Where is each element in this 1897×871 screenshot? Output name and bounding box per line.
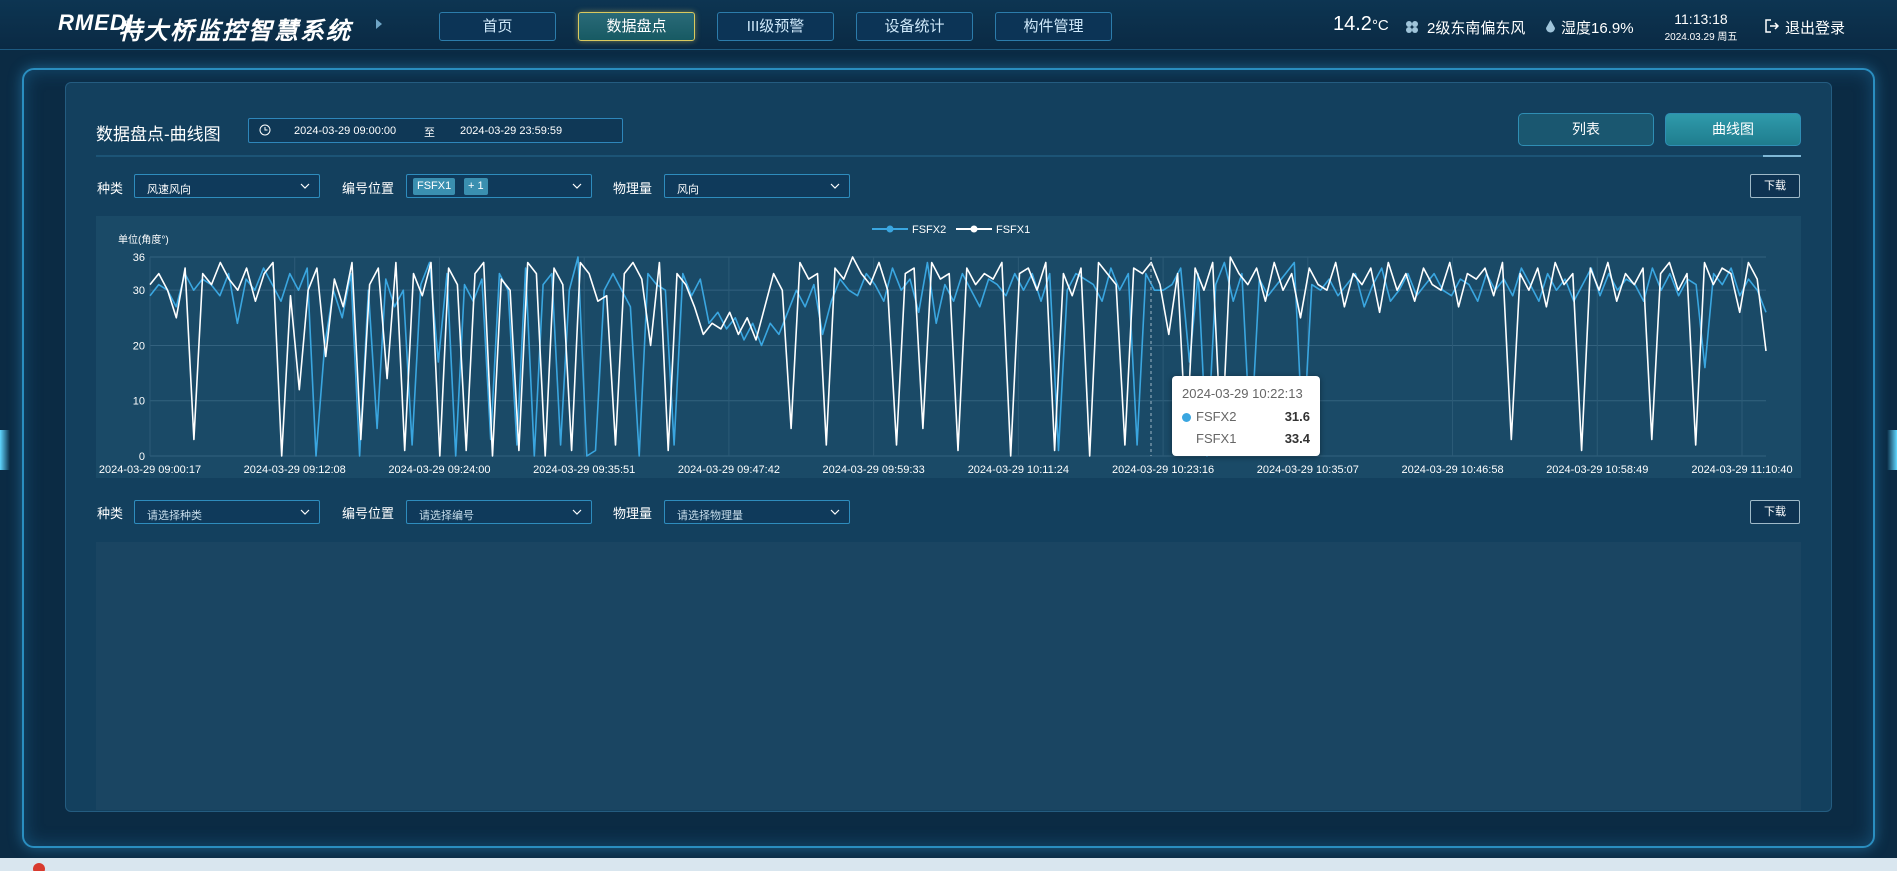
y-tick-label: 20 (133, 340, 145, 352)
y-tick-label: 10 (133, 396, 145, 408)
x-tick-label: 2024-03-29 10:46:58 (1401, 464, 1503, 476)
x-tick-label: 2024-03-29 10:58:49 (1546, 464, 1648, 476)
chevron-down-icon (572, 509, 582, 515)
legend-marker (970, 225, 978, 233)
quantity-select-placeholder: 请选择物理量 (677, 510, 743, 522)
tooltip-series-value: 31.6 (1284, 409, 1310, 424)
x-tick-label: 2024-03-29 09:00:17 (99, 464, 201, 476)
x-tick-label: 2024-03-29 10:23:16 (1112, 464, 1214, 476)
y-tick-label: 0 (139, 451, 145, 463)
x-tick-label: 2024-03-29 09:24:00 (388, 464, 490, 476)
quantity-label: 物理量 (613, 506, 653, 521)
x-tick-label: 2024-03-29 10:35:07 (1257, 464, 1359, 476)
chevron-down-icon (830, 509, 840, 515)
x-tick-label: 2024-03-29 09:59:33 (823, 464, 925, 476)
chevron-down-icon (300, 509, 310, 515)
tooltip-series-name: FSFX2 (1196, 409, 1237, 424)
tooltip-series-dot (1182, 413, 1191, 422)
chart-tooltip: 2024-03-29 10:22:13 FSFX2 31.6 FSFX1 33.… (1172, 376, 1320, 456)
quantity-select[interactable]: 请选择物理量 (664, 500, 850, 524)
x-tick-label: 2024-03-29 09:35:51 (533, 464, 635, 476)
tooltip-series-value: 33.4 (1284, 431, 1310, 446)
tooltip-series-dot (1182, 435, 1191, 444)
position-select[interactable]: 请选择编号 (406, 500, 592, 524)
tooltip-row: FSFX1 33.4 (1182, 431, 1310, 447)
type-select-placeholder: 请选择种类 (147, 510, 202, 522)
tooltip-row: FSFX2 31.6 (1182, 409, 1310, 425)
position-label: 编号位置 (342, 506, 395, 521)
type-label: 种类 (97, 506, 124, 521)
type-select[interactable]: 请选择种类 (134, 500, 320, 524)
legend-marker (886, 225, 894, 233)
legend-label: FSFX1 (996, 224, 1030, 236)
legend-label: FSFX2 (912, 224, 946, 236)
taskbar-strip (0, 858, 1897, 871)
series-line (149, 256, 1767, 457)
download-button[interactable]: 下载 (1750, 500, 1800, 524)
notification-dot-icon (33, 863, 45, 871)
y-axis-label: 单位(角度°) (118, 233, 169, 246)
position-select-placeholder: 请选择编号 (419, 510, 474, 522)
x-tick-label: 2024-03-29 09:47:42 (678, 464, 780, 476)
y-tick-label: 36 (133, 252, 145, 264)
tooltip-series-name: FSFX1 (1196, 431, 1237, 446)
x-tick-label: 2024-03-29 09:12:08 (244, 464, 346, 476)
x-tick-label: 2024-03-29 10:11:24 (968, 464, 1069, 476)
y-tick-label: 30 (133, 285, 145, 297)
empty-chart-panel (96, 542, 1801, 810)
tooltip-title: 2024-03-29 10:22:13 (1182, 386, 1303, 401)
x-tick-label: 2024-03-29 11:10:40 (1691, 464, 1792, 476)
